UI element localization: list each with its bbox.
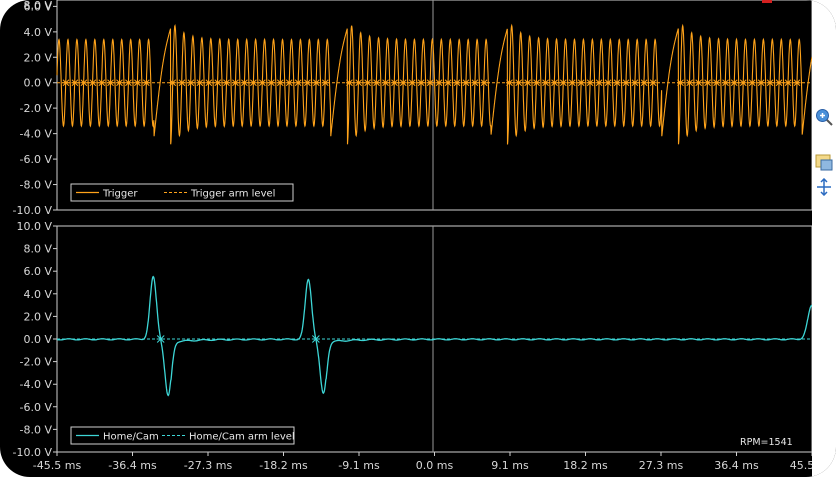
x-tick-label: -9.1 ms [338, 459, 380, 472]
trigger-y-tick-label: 0.0 V [23, 77, 52, 90]
zoom-icon[interactable] [815, 108, 833, 126]
x-tick-label: -36.4 ms [108, 459, 157, 472]
homecam-y-tick-label: 8.0 V [23, 243, 52, 256]
trigger-legend: Trigger Trigger arm level [70, 183, 294, 202]
vertical-split-icon[interactable] [815, 178, 833, 196]
homecam-y-tick-label: 4.0 V [23, 288, 52, 301]
homecam-y-tick-label: -8.0 V [20, 423, 53, 436]
image-export-icon[interactable] [815, 153, 833, 171]
trigger-y-tick-label: 4.0 V [23, 26, 52, 39]
homecam-y-tick-label: 10.0 V [16, 220, 52, 233]
rpm-readout: RPM=1541 [740, 437, 793, 448]
x-tick-label: 18.2 ms [563, 459, 608, 472]
x-tick-label: -18.2 ms [259, 459, 308, 472]
x-tick-label: 27.3 ms [639, 459, 684, 472]
homecam-y-tick-label: -10.0 V [13, 446, 53, 459]
homecam-y-tick-label: -4.0 V [20, 378, 53, 391]
homecam-y-tick-label: 2.0 V [23, 310, 52, 323]
toolbar-sidebar [812, 0, 836, 477]
x-tick-label: 45.5 ms [790, 459, 812, 472]
trigger-y-tick-label: -4.0 V [20, 128, 53, 141]
trigger-y-tick-label: -6.0 V [20, 153, 53, 166]
scope-window: 8.0 V 6.0 V 4.0 V 2.0 V 0.0 V -2.0 V -4.0 V -6… [0, 0, 836, 477]
trigger-y-tick-label: -10.0 V [13, 204, 53, 217]
homecam-y-tick-label: 6.0 V [23, 265, 52, 278]
homecam-legend-label: Home/Cam [103, 432, 159, 443]
x-tick-label: 36.4 ms [714, 459, 759, 472]
trigger-arm-legend-label: Trigger arm level [190, 189, 275, 200]
x-tick-label: 9.1 ms [491, 459, 529, 472]
oscilloscope-chart: 8.0 V 6.0 V 4.0 V 2.0 V 0.0 V -2.0 V -4.0 V -6… [13, 0, 812, 472]
homecam-y-tick-label: -6.0 V [20, 401, 53, 414]
trigger-y-tick-label: -8.0 V [20, 179, 53, 192]
trigger-y-tick-label: -2.0 V [20, 102, 53, 115]
trigger-y-tick-label: 2.0 V [23, 51, 52, 64]
homecam-y-tick-label: -2.0 V [20, 356, 53, 369]
x-tick-label: 0.0 ms [416, 459, 454, 472]
homecam-y-tick-label: 0.0 V [23, 333, 52, 346]
trigger-y-tick-label: 6.0 V [23, 0, 52, 13]
homecam-arm-legend-label: Home/Cam arm level [189, 432, 295, 443]
homecam-legend: Home/Cam Home/Cam arm level [70, 426, 295, 445]
channel-marker [762, 0, 772, 3]
x-tick-label: -45.5 ms [33, 459, 82, 472]
x-tick-label: -27.3 ms [184, 459, 233, 472]
trigger-legend-label: Trigger [102, 189, 138, 200]
